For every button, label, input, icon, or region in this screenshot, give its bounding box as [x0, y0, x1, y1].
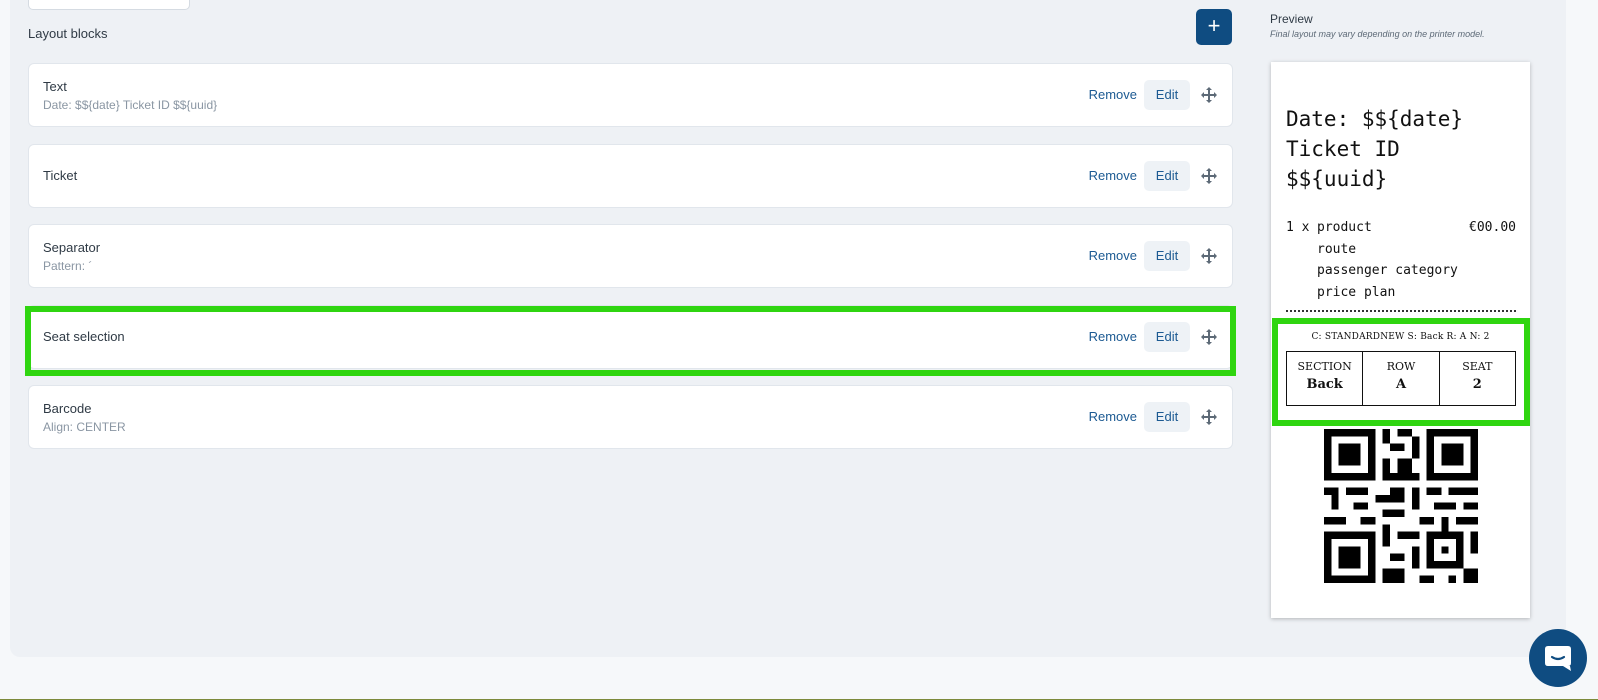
block-subtitle: Pattern: ´ — [43, 259, 93, 273]
seat-caption: C: STANDARDNEW S: Back R: A N: 2 — [1311, 332, 1490, 342]
receipt-uuid-line: $${uuid} — [1286, 167, 1388, 191]
seat-cell-label: ROW — [1386, 360, 1416, 373]
seat-cell-label: SECTION — [1297, 360, 1352, 373]
edit-button[interactable]: Edit — [1144, 402, 1190, 432]
remove-button[interactable]: Remove — [1089, 168, 1137, 183]
block-title: Seat selection — [43, 329, 125, 344]
seat-cell-value: A — [1395, 377, 1407, 392]
preview-title: Preview — [1270, 12, 1313, 26]
layout-block-ticket: Ticket Remove Edit — [28, 144, 1233, 208]
layout-block-separator: Separator Pattern: ´ Remove Edit — [28, 224, 1233, 288]
remove-button[interactable]: Remove — [1089, 248, 1137, 263]
top-input[interactable] — [28, 0, 190, 10]
block-title: Ticket — [43, 168, 78, 183]
edit-button[interactable]: Edit — [1144, 161, 1190, 191]
block-subtitle: Date: $${date} Ticket ID $${uuid} — [43, 98, 218, 112]
chat-button[interactable] — [1529, 629, 1587, 687]
seat-cell-value: Back — [1306, 377, 1343, 392]
seat-cell-label: SEAT — [1462, 360, 1493, 373]
move-handle-icon[interactable] — [1200, 247, 1218, 265]
seat-table-section: SECTION Back — [1287, 352, 1364, 405]
receipt-price: €00.00 — [1469, 220, 1516, 235]
move-handle-icon[interactable] — [1200, 86, 1218, 104]
remove-button[interactable]: Remove — [1089, 87, 1137, 102]
receipt-passenger-category: passenger category — [1317, 263, 1458, 278]
receipt-route: route — [1317, 242, 1357, 257]
block-title: Text — [43, 79, 67, 94]
seat-table-row: ROW A — [1363, 352, 1440, 405]
edit-button[interactable]: Edit — [1144, 241, 1190, 271]
seat-cell-value: 2 — [1472, 377, 1482, 392]
receipt-preview: Date: $${date} Ticket ID $${uuid} 1 x pr… — [1271, 62, 1530, 618]
edit-button[interactable]: Edit — [1144, 80, 1190, 110]
receipt-ticket-line: Ticket ID — [1286, 137, 1400, 161]
plus-icon: + — [1207, 13, 1221, 38]
block-title: Barcode — [43, 401, 92, 416]
layout-blocks-title: Layout blocks — [28, 26, 108, 41]
receipt-product: product — [1317, 220, 1372, 235]
remove-button[interactable]: Remove — [1089, 329, 1137, 344]
receipt-separator — [1286, 310, 1516, 312]
seat-table-seat: SEAT 2 — [1440, 352, 1515, 405]
chat-bubble-icon — [1545, 646, 1571, 671]
qr-code-icon — [1324, 429, 1478, 583]
add-block-button[interactable]: + — [1196, 9, 1232, 45]
seat-table: SECTION Back ROW A SEAT 2 — [1286, 351, 1516, 406]
move-handle-icon[interactable] — [1200, 408, 1218, 426]
receipt-price-plan: price plan — [1317, 285, 1396, 300]
preview-note: Final layout may vary depending on the p… — [1270, 29, 1485, 39]
move-handle-icon[interactable] — [1200, 167, 1218, 185]
edit-button[interactable]: Edit — [1144, 322, 1190, 352]
layout-block-barcode: Barcode Align: CENTER Remove Edit — [28, 385, 1233, 449]
receipt-qty: 1 x — [1286, 220, 1310, 235]
block-title: Separator — [43, 240, 101, 255]
layout-block-seat-selection: Seat selection Remove Edit — [28, 305, 1233, 369]
remove-button[interactable]: Remove — [1089, 409, 1137, 424]
block-subtitle: Align: CENTER — [43, 420, 126, 434]
move-handle-icon[interactable] — [1200, 328, 1218, 346]
receipt-date-line: Date: $${date} — [1286, 107, 1464, 131]
layout-block-text: Text Date: $${date} Ticket ID $${uuid} R… — [28, 63, 1233, 127]
